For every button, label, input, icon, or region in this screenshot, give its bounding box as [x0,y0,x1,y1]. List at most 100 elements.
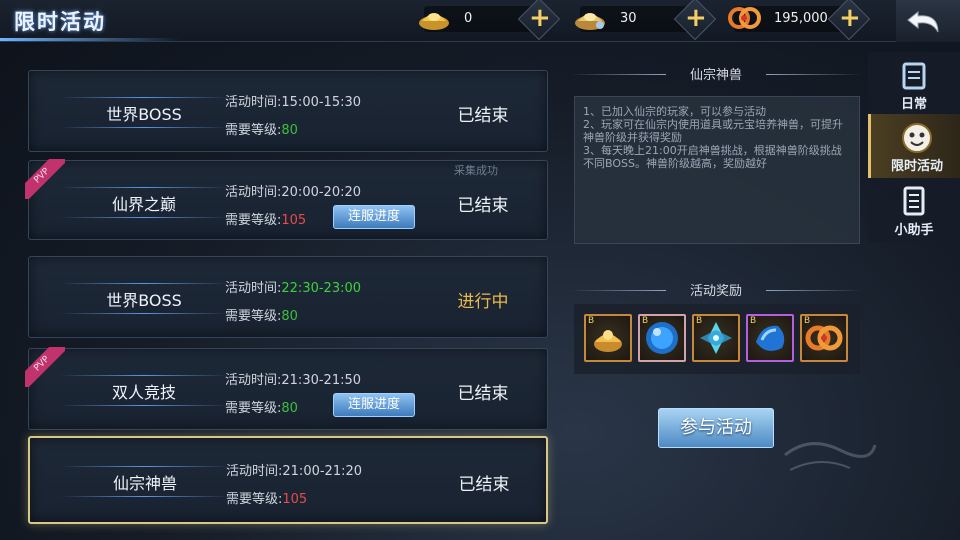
name-divider [60,466,230,467]
back-arrow-icon [907,10,939,33]
activity-time: 活动时间:20:00-20:20 [225,181,361,200]
time-label: 活动时间: [225,373,282,388]
time-label: 活动时间: [226,464,283,479]
currency-silver-value: 30 [620,11,637,26]
tab-label: 限时活动 [890,159,943,174]
reward-list: B B B B B [574,304,860,374]
description-line: 2、玩家可在仙宗内使用道具或元宝培养神兽，可提升神兽阶级并获得奖励 [583,118,843,144]
time-value: 21:00-21:20 [282,464,363,479]
level-label: 需要等级: [225,123,282,138]
decorative-swirl [784,442,877,471]
level-value: 80 [281,309,298,324]
activity-time: 活动时间:15:00-15:30 [225,91,361,110]
activity-status: 已结束 [457,106,509,126]
activity-card[interactable]: PVP 双人竞技 活动时间:21:30-21:50 需要等级:80 连服进度 已… [25,347,548,430]
tier-mark: B [588,316,595,326]
activity-card[interactable]: 世界BOSS 活动时间:22:30-23:00 需要等级:80 进行中 [28,256,548,338]
activity-level: 需要等级:80 [225,305,298,324]
limited-activity-icon [902,123,932,153]
header-line-right [766,290,862,291]
detail-title: 仙宗神兽 [689,68,742,83]
time-value: 22:30-23:00 [281,281,362,296]
reward-title: 活动奖励 [689,284,742,299]
collect-toast: 采集成功 [454,164,498,177]
silver-ingot-icon [575,13,605,30]
activity-level: 需要等级:80 [225,119,298,138]
tab-limited-activity[interactable]: 限时活动 [868,114,960,178]
time-value: 21:30-21:50 [281,373,362,388]
activity-level: 需要等级:105 [225,209,306,228]
activity-level: 需要等级:80 [225,397,298,416]
name-divider [59,405,229,406]
activity-level: 需要等级:105 [226,488,307,507]
name-divider [59,283,229,284]
activity-status: 进行中 [457,292,509,312]
name-divider [59,375,229,376]
daily-icon [902,62,926,90]
level-label: 需要等级: [225,401,282,416]
description-line: 3、每天晚上21:00开启神兽挑战，根据神兽阶级挑战不同BOSS。神兽阶级越高，… [583,144,842,170]
activity-card[interactable]: 世界BOSS 活动时间:15:00-15:30 需要等级:80 已结束 [28,70,548,152]
reward-item[interactable]: B [638,314,686,362]
add-gold-button[interactable]: + [529,4,551,34]
activity-time: 活动时间:21:30-21:50 [225,369,361,388]
description-box: 1、已加入仙宗的玩家，可以参与活动 2、玩家可在仙宗内使用道具或元宝培养神兽，可… [574,96,860,244]
reward-header: 活动奖励 [570,278,862,299]
level-label: 需要等级: [226,492,283,507]
currency-copper: 195,000 + [728,0,871,41]
tab-label: 小助手 [894,223,934,238]
tab-assistant[interactable]: 小助手 [868,178,960,242]
currency-gold: 0 + [419,0,561,41]
reward-item[interactable]: B [800,314,848,362]
tier-mark: B [696,316,703,326]
name-divider [59,97,229,98]
page-title: 限时活动 [14,10,106,34]
activity-time: 活动时间:22:30-23:00 [225,277,361,296]
description-line: 1、已加入仙宗的玩家，可以参与活动 [583,105,766,118]
name-divider [59,217,229,218]
reward-item[interactable]: B [692,314,740,362]
server-progress-button[interactable]: 连服进度 [333,393,415,417]
detail-panel: 仙宗神兽 1、已加入仙宗的玩家，可以参与活动 2、玩家可在仙宗内使用道具或元宝培… [570,56,862,458]
name-divider [60,496,230,497]
time-label: 活动时间: [225,281,282,296]
level-value: 80 [281,123,298,138]
activity-card-selected[interactable]: 仙宗神兽 活动时间:21:00-21:20 需要等级:105 已结束 [28,436,548,524]
time-value: 20:00-20:20 [281,185,362,200]
time-label: 活动时间: [225,185,282,200]
activity-time: 活动时间:21:00-21:20 [226,460,362,479]
add-silver-button[interactable]: + [685,4,707,34]
detail-header: 仙宗神兽 [570,62,862,83]
add-copper-button[interactable]: + [839,4,861,34]
currency-silver: 30 + [575,0,717,41]
top-bar: 限时活动 0 + 30 + 195,000 + [0,0,960,42]
activity-status: 已结束 [457,384,509,404]
copper-coin-icon [728,7,761,29]
tab-daily[interactable]: 日常 [868,52,960,116]
server-progress-button[interactable]: 连服进度 [333,205,415,229]
level-value: 105 [281,213,307,228]
activity-status: 已结束 [458,475,510,495]
reward-item[interactable]: B [584,314,632,362]
currency-gold-value: 0 [464,11,473,26]
level-value: 105 [282,492,308,507]
tier-mark: B [804,316,811,326]
name-divider [59,187,229,188]
gold-ingot-icon [419,13,449,30]
header-line-left [570,74,666,75]
time-value: 15:00-15:30 [281,95,362,110]
header-line-right [766,74,862,75]
reward-item[interactable]: B [746,314,794,362]
assistant-icon [903,186,925,216]
header-line-left [570,290,666,291]
back-button[interactable] [896,0,960,42]
activity-status: 已结束 [457,196,509,216]
currency-copper-value: 195,000 [774,11,828,26]
side-tabs: 日常 限时活动 小助手 [868,52,960,242]
time-label: 活动时间: [225,95,282,110]
join-activity-button[interactable]: 参与活动 [658,408,774,448]
tier-mark: B [642,316,649,326]
level-value: 80 [281,401,298,416]
name-divider [59,127,229,128]
name-divider [59,313,229,314]
